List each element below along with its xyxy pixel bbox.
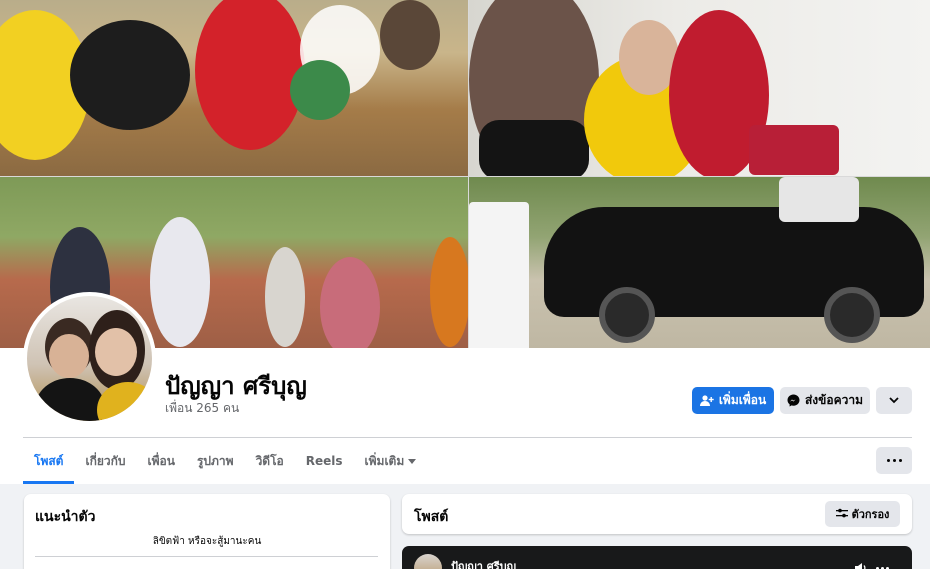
profile-header: ปัญญา ศรีบุญ เพื่อน 265 คน เพิ่มเพื่อน ส… <box>0 0 930 484</box>
add-friend-button[interactable]: เพิ่มเพื่อน <box>692 387 774 414</box>
cover-photo-1 <box>0 0 468 176</box>
message-button[interactable]: ส่งข้อความ <box>780 387 870 414</box>
posts-title: โพสต์ <box>414 509 449 525</box>
person-plus-icon <box>699 394 714 407</box>
caret-down-icon <box>408 458 417 464</box>
cover-photo-2 <box>469 0 930 176</box>
intro-card: แนะนำตัว ลิขิตฟ้า หรือจะสู้มานะคน <box>24 494 390 569</box>
intro-divider <box>35 556 378 557</box>
intro-title: แนะนำตัว <box>35 509 96 525</box>
chevron-down-icon <box>889 397 899 404</box>
cover-photo-4 <box>469 177 930 348</box>
tab-label: เพิ่มเติม <box>364 454 405 468</box>
profile-tabs: โพสต์ เกี่ยวกับ เพื่อน รูปภาพ วิดีโอ Ree… <box>23 438 427 484</box>
tab-more[interactable]: เพิ่มเติม <box>354 438 428 484</box>
tab-videos[interactable]: วิดีโอ <box>245 438 295 484</box>
sound-icon[interactable] <box>854 559 868 569</box>
tab-label: รูปภาพ <box>196 454 234 468</box>
tab-photos[interactable]: รูปภาพ <box>186 438 245 484</box>
profile-more-button[interactable] <box>876 387 912 414</box>
tab-friends[interactable]: เพื่อน <box>137 438 186 484</box>
friend-count[interactable]: เพื่อน 265 คน <box>165 399 239 418</box>
intro-bio: ลิขิตฟ้า หรือจะสู้มานะคน <box>152 536 262 547</box>
tab-posts[interactable]: โพสต์ <box>23 438 75 484</box>
tab-label: วิดีโอ <box>255 454 284 468</box>
ellipsis-icon <box>886 459 890 462</box>
video-controls <box>854 559 889 569</box>
tabs-overflow-button[interactable] <box>876 447 912 474</box>
post-author-name[interactable]: ปัญญา ศรีบุญ <box>451 557 516 569</box>
tab-label: เกี่ยวกับ <box>85 454 126 468</box>
message-label: ส่งข้อความ <box>804 393 863 407</box>
tab-about[interactable]: เกี่ยวกับ <box>74 438 136 484</box>
tab-label: เพื่อน <box>147 454 175 468</box>
cover-photo-collage[interactable] <box>0 0 930 348</box>
sliders-icon <box>835 508 848 521</box>
filter-label: ตัวกรอง <box>851 508 890 521</box>
filter-button[interactable]: ตัวกรอง <box>825 501 900 527</box>
posts-header-card: โพสต์ ตัวกรอง <box>402 494 912 534</box>
messenger-icon <box>787 394 800 407</box>
video-post-card[interactable]: ปัญญา ศรีบุญ <box>402 546 912 569</box>
profile-avatar[interactable] <box>23 292 156 425</box>
post-author-avatar[interactable] <box>414 554 442 569</box>
tab-label: Reels <box>305 454 343 468</box>
add-friend-label: เพิ่มเพื่อน <box>718 393 767 407</box>
tab-label: โพสต์ <box>34 454 64 468</box>
tab-reels[interactable]: Reels <box>295 438 354 484</box>
